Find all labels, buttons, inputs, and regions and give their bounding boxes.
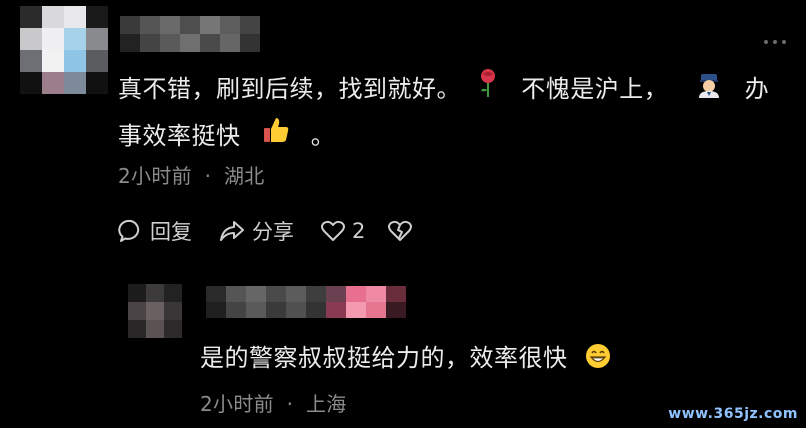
- thumbs-up-emoji-icon: [261, 114, 291, 160]
- meta-separator: ·: [204, 164, 212, 188]
- more-options-icon[interactable]: [764, 40, 786, 44]
- rose-emoji-icon: [477, 67, 499, 113]
- reply-body: 是的警察叔叔挺给力的，效率很快: [200, 338, 612, 376]
- speech-bubble-icon: [118, 219, 140, 242]
- broken-heart-icon: [388, 220, 413, 241]
- like-count: 2: [352, 219, 366, 243]
- commenter-avatar[interactable]: [20, 6, 108, 94]
- heart-outline-icon: [321, 220, 345, 241]
- reply-label: 回复: [150, 220, 192, 244]
- like-button[interactable]: 2: [320, 219, 365, 243]
- commenter-name[interactable]: [120, 16, 260, 52]
- reply-time: 2小时前: [200, 392, 274, 416]
- comment-actions: 回复 分享 2: [118, 214, 445, 248]
- reply-location: 上海: [305, 392, 347, 416]
- comment-text-part: 事效率挺快: [118, 122, 241, 150]
- replier-avatar[interactable]: [128, 284, 182, 338]
- share-label: 分享: [252, 220, 294, 244]
- comment-text-part: 真不错，刷到后续，找到就好。: [118, 75, 461, 103]
- comment-text-part: 办: [744, 75, 770, 103]
- share-arrow-icon: [220, 221, 244, 241]
- replier-name[interactable]: [206, 286, 406, 318]
- dislike-button[interactable]: [387, 219, 419, 243]
- comment-body: 真不错，刷到后续，找到就好。 不愧是沪上， 办 事效率挺快 。: [118, 66, 778, 160]
- comment-location: 湖北: [223, 164, 265, 188]
- site-watermark: www.365jz.com: [668, 406, 798, 422]
- share-button[interactable]: 分享: [218, 216, 294, 246]
- comment-meta: 2小时前 · 湖北: [118, 160, 265, 189]
- reply-text: 是的警察叔叔挺给力的，效率很快: [200, 344, 568, 372]
- comment-text-part: 。: [310, 122, 336, 150]
- comment-time: 2小时前: [118, 164, 192, 188]
- reply-meta: 2小时前 · 上海: [200, 388, 347, 417]
- reply-button[interactable]: 回复: [118, 216, 192, 246]
- comment-text-part: 不愧是沪上，: [521, 75, 669, 103]
- grinning-face-emoji-icon: [584, 342, 612, 376]
- police-officer-emoji-icon: [696, 67, 722, 113]
- meta-separator: ·: [286, 392, 294, 416]
